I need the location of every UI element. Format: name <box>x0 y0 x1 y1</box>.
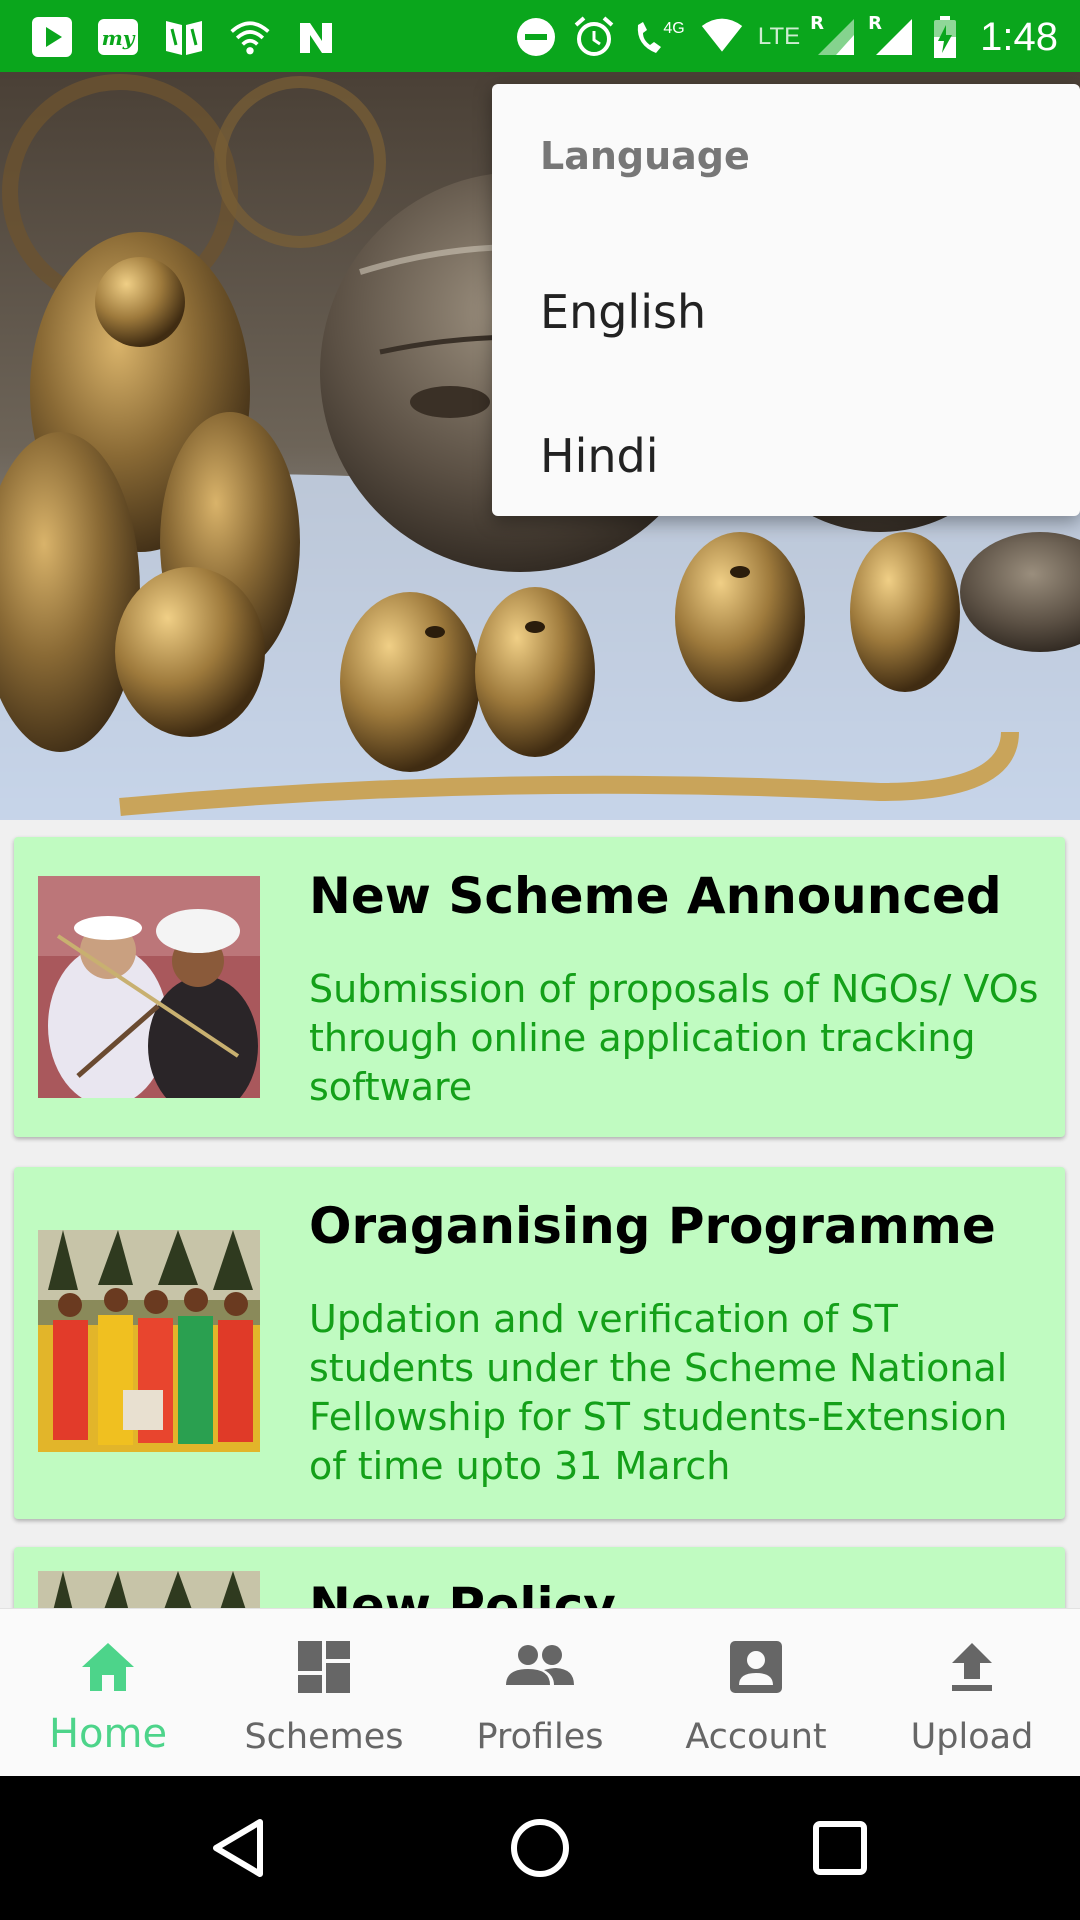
language-menu: Language English Hindi <box>492 84 1080 516</box>
nav-label: Account <box>685 1717 827 1757</box>
wifi-icon <box>228 15 272 59</box>
play-store-icon <box>30 15 74 59</box>
call-4g-icon: 4G <box>630 15 686 59</box>
upload-icon <box>942 1637 1002 1697</box>
nav-label: Profiles <box>476 1717 604 1757</box>
clock: 1:48 <box>980 14 1058 59</box>
news-card-title: New Policy <box>309 1577 616 1608</box>
menu-header: Language <box>540 134 750 178</box>
nav-upload[interactable]: Upload <box>864 1609 1080 1777</box>
status-bar: my 4G LTE R R 1:48 <box>0 0 1080 72</box>
news-feed[interactable]: New Scheme Announced Submission of propo… <box>0 820 1080 1608</box>
n-app-icon <box>294 15 338 59</box>
svg-text:my: my <box>102 26 136 50</box>
book-icon <box>162 15 206 59</box>
battery-charging-icon <box>930 15 960 59</box>
my-app-icon: my <box>96 15 140 59</box>
menu-item-english[interactable]: English <box>492 240 1080 384</box>
news-card-title: Oraganising Programme <box>309 1197 996 1255</box>
home-circle-icon[interactable] <box>504 1812 576 1884</box>
cell-signal-icon-2: R <box>868 13 916 59</box>
bottom-navigation: Home Schemes Profiles Account Upload <box>0 1608 1080 1776</box>
news-card-thumbnail <box>38 1571 260 1608</box>
news-card[interactable]: Oraganising Programme Updation and verif… <box>14 1167 1065 1519</box>
account-box-icon <box>726 1637 786 1697</box>
news-card[interactable]: New Policy <box>14 1547 1065 1608</box>
nav-account[interactable]: Account <box>648 1609 864 1777</box>
dashboard-icon <box>294 1637 354 1697</box>
svg-text:4G: 4G <box>663 20 684 37</box>
news-card[interactable]: New Scheme Announced Submission of propo… <box>14 837 1065 1137</box>
nav-label: Home <box>48 1711 168 1757</box>
nav-label: Schemes <box>244 1717 404 1757</box>
news-card-body: Submission of proposals of NGOs/ VOs thr… <box>309 967 1039 1109</box>
do-not-disturb-icon <box>514 15 558 59</box>
news-card-body: Updation and verification of ST students… <box>309 1297 1008 1488</box>
nav-schemes[interactable]: Schemes <box>216 1609 432 1777</box>
lte-label: LTE <box>757 23 801 50</box>
news-card-thumbnail <box>38 1230 260 1452</box>
nav-home[interactable]: Home <box>0 1609 216 1777</box>
recents-icon[interactable] <box>804 1812 876 1884</box>
roaming-label-1: R <box>810 13 825 34</box>
news-card-thumbnail <box>38 876 260 1098</box>
cell-signal-icon-1: R <box>810 13 858 59</box>
news-card-title: New Scheme Announced <box>309 867 1002 925</box>
nav-label: Upload <box>910 1717 1034 1757</box>
menu-item-hindi[interactable]: Hindi <box>492 384 1080 528</box>
home-icon <box>78 1637 138 1697</box>
wifi-signal-icon <box>700 15 744 59</box>
nav-profiles[interactable]: Profiles <box>432 1609 648 1777</box>
system-navigation-bar <box>0 1776 1080 1920</box>
alarm-icon <box>572 15 616 59</box>
people-icon <box>504 1637 576 1697</box>
back-icon[interactable] <box>204 1812 276 1884</box>
roaming-label-2: R <box>868 13 883 34</box>
